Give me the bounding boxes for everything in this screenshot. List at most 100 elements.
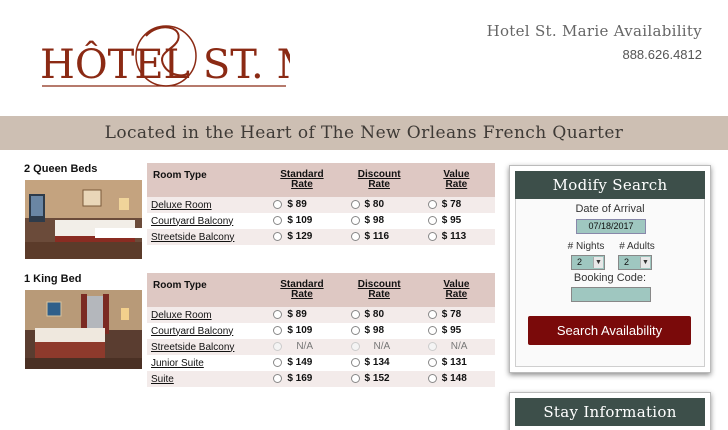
rate-radio[interactable]: [427, 358, 437, 368]
phone-number[interactable]: 888.626.4812: [487, 47, 702, 62]
rate-radio[interactable]: [273, 200, 283, 210]
room-link[interactable]: Suite: [151, 374, 174, 385]
rate-price: $ 131: [441, 357, 467, 369]
room-photo-queen[interactable]: [25, 180, 142, 259]
rate-row: Junior Suite $ 149 $ 134 $ 131: [147, 355, 495, 371]
rate-price: $ 89: [287, 199, 307, 211]
rate-radio[interactable]: [350, 200, 360, 210]
rate-radio[interactable]: [427, 310, 437, 320]
room-link[interactable]: Courtyard Balcony: [151, 326, 233, 337]
rate-price: $ 149: [287, 357, 313, 369]
room-photo-king[interactable]: [25, 290, 142, 369]
room-link[interactable]: Courtyard Balcony: [151, 216, 233, 227]
rate-unavailable: N/A: [373, 341, 391, 353]
col-standard-rate[interactable]: Standard Rate: [263, 273, 341, 307]
booking-code-input[interactable]: [571, 287, 651, 302]
rate-price: $ 148: [441, 373, 467, 385]
header-info: Hotel St. Marie Availability 888.626.481…: [487, 22, 702, 62]
rate-price: $ 169: [287, 373, 313, 385]
rate-price: $ 80: [364, 309, 385, 321]
rate-radio[interactable]: [427, 374, 437, 384]
modify-search-body: Date of Arrival 07/18/2017 # Nights # Ad…: [515, 199, 705, 367]
adults-value: 2: [624, 257, 630, 267]
rate-radio[interactable]: [427, 232, 437, 242]
rate-radio[interactable]: [350, 310, 360, 320]
rate-price: $ 78: [441, 199, 462, 211]
col-discount-rate[interactable]: Discount Rate: [340, 273, 418, 307]
rate-radio[interactable]: [427, 200, 437, 210]
rate-price: $ 80: [364, 199, 385, 211]
rate-row: Streetside Balcony N/A N/A N/A: [147, 339, 495, 355]
room-link[interactable]: Streetside Balcony: [151, 232, 234, 243]
rate-row: Courtyard Balcony $ 109 $ 98 $ 95: [147, 213, 495, 229]
hotel-logo[interactable]: HÔTEL ST. MARIE: [38, 18, 290, 96]
rate-radio-disabled: [273, 342, 283, 352]
rate-price: $ 116: [364, 231, 390, 243]
availability-title: Hotel St. Marie Availability: [486, 22, 702, 40]
rate-radio-disabled: [427, 342, 437, 352]
modify-search-title: Modify Search: [515, 171, 705, 199]
nights-value: 2: [577, 257, 583, 267]
room-link[interactable]: Deluxe Room: [151, 200, 212, 211]
col-discount-rate[interactable]: Discount Rate: [340, 163, 418, 197]
logo-text: HÔTEL ST. MARIE: [40, 41, 290, 88]
rate-price: $ 78: [441, 309, 462, 321]
chevron-down-icon: ▼: [640, 257, 650, 268]
rate-radio[interactable]: [273, 374, 283, 384]
rate-unavailable: N/A: [450, 341, 468, 353]
tagline-text: Located in the Heart of The New Orleans …: [104, 123, 624, 143]
col-value-rate[interactable]: Value Rate: [417, 273, 495, 307]
rate-row: Deluxe Room $ 89 $ 80 $ 78: [147, 197, 495, 213]
rate-row: Streetside Balcony $ 129 $ 116 $ 113: [147, 229, 495, 245]
adults-label: # Adults: [619, 241, 655, 252]
modify-search-panel: Modify Search Date of Arrival 07/18/2017…: [509, 165, 711, 373]
room-category-title: 1 King Bed: [24, 273, 82, 285]
rate-radio[interactable]: [273, 358, 283, 368]
rate-price: $ 129: [287, 231, 313, 243]
tagline-band: Located in the Heart of The New Orleans …: [0, 116, 728, 150]
site-header: HÔTEL ST. MARIE Hotel St. Marie Availabi…: [0, 0, 728, 116]
rate-price: $ 109: [287, 215, 313, 227]
col-value-rate[interactable]: Value Rate: [417, 163, 495, 197]
col-room-type: Room Type: [147, 273, 264, 307]
room-link[interactable]: Deluxe Room: [151, 310, 212, 321]
room-photo-queen-image: [25, 180, 142, 259]
rate-price: $ 109: [287, 325, 313, 337]
nights-select[interactable]: 2 ▼: [571, 255, 605, 270]
rate-price: $ 152: [364, 373, 390, 385]
hotel-logo-graphic: HÔTEL ST. MARIE: [40, 25, 290, 88]
rate-price: $ 95: [441, 325, 462, 337]
room-category-title: 2 Queen Beds: [24, 163, 98, 175]
col-standard-rate[interactable]: Standard Rate: [263, 163, 341, 197]
rate-unavailable: N/A: [296, 341, 313, 353]
rate-radio[interactable]: [273, 326, 283, 336]
room-photo-king-image: [25, 290, 142, 369]
rate-radio[interactable]: [427, 326, 437, 336]
rates-table-king: Room Type Standard Rate Discount Rate Valu…: [147, 273, 495, 387]
rate-radio[interactable]: [350, 232, 360, 242]
col-room-type: Room Type: [147, 163, 264, 197]
rate-radio[interactable]: [350, 358, 360, 368]
rate-radio[interactable]: [273, 310, 283, 320]
rate-radio[interactable]: [427, 216, 437, 226]
room-link[interactable]: Streetside Balcony: [151, 342, 234, 353]
rate-radio-disabled: [350, 342, 360, 352]
rate-radio[interactable]: [350, 374, 360, 384]
room-link[interactable]: Junior Suite: [151, 358, 204, 369]
chevron-down-icon: ▼: [593, 257, 603, 268]
rate-price: $ 134: [364, 357, 390, 369]
rate-row: Deluxe Room $ 89 $ 80 $ 78: [147, 307, 495, 323]
search-availability-button[interactable]: Search Availability: [528, 316, 691, 345]
booking-code-label: Booking Code:: [573, 272, 647, 284]
nights-label: # Nights: [567, 241, 605, 252]
arrival-date-input[interactable]: 07/18/2017: [576, 219, 646, 234]
rate-price: $ 89: [287, 309, 307, 321]
rate-row: Suite $ 169 $ 152 $ 148: [147, 371, 495, 387]
rate-radio[interactable]: [350, 326, 360, 336]
rate-price: $ 95: [441, 215, 462, 227]
rate-radio[interactable]: [273, 232, 283, 242]
rate-radio[interactable]: [273, 216, 283, 226]
arrival-date-label: Date of Arrival: [575, 203, 645, 215]
adults-select[interactable]: 2 ▼: [618, 255, 652, 270]
rate-radio[interactable]: [350, 216, 360, 226]
